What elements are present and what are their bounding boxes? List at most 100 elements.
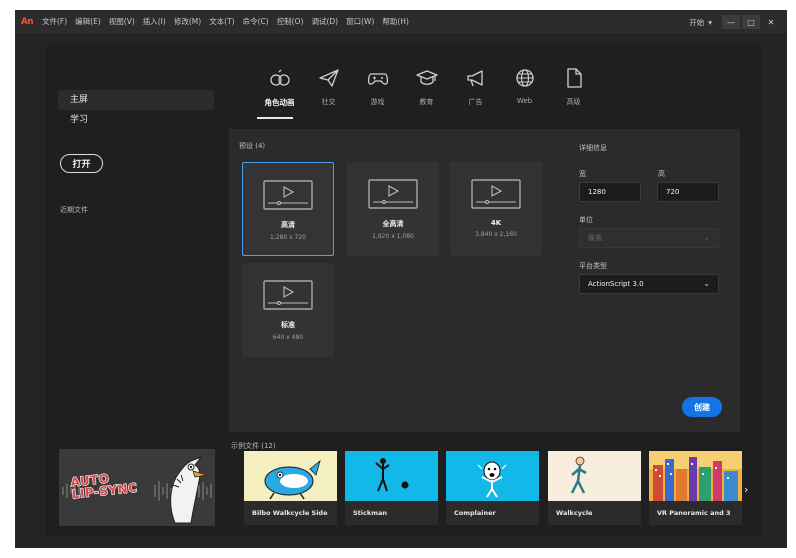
preset-card-full-hd[interactable]: 全高清 1,920 x 1,080 <box>347 162 439 256</box>
menu-help[interactable]: 帮助(H) <box>378 11 413 33</box>
preset-name: 标准 <box>281 321 295 329</box>
menu-commands[interactable]: 命令(C) <box>239 11 273 33</box>
platform-label: 平台类型 <box>579 262 607 270</box>
tab-label: 广告 <box>468 98 483 106</box>
tab-label: 教育 <box>419 98 434 106</box>
tab-social[interactable]: 社交 <box>304 59 353 121</box>
auto-lip-sync-banner[interactable]: AUTO LIP-SYNC <box>59 449 215 526</box>
tab-label: Web <box>516 97 533 105</box>
tab-web[interactable]: Web <box>500 59 549 121</box>
sample-thumbnail <box>446 451 539 501</box>
menu-file[interactable]: 文件(F) <box>38 11 71 33</box>
sample-title: Bilbo Walkcycle Side <box>252 509 328 517</box>
category-bar: 角色动画 社交 游戏 教育 广告 Web 高级 <box>255 59 598 121</box>
width-field[interactable]: 1280 <box>579 182 641 202</box>
menu-edit[interactable]: 编辑(E) <box>71 11 105 33</box>
height-label: 高 <box>658 170 665 178</box>
menu-insert[interactable]: 插入(I) <box>139 11 170 33</box>
presets-label: 预设 (4) <box>239 142 266 150</box>
app-logo: An <box>20 17 34 27</box>
unit-label: 单位 <box>579 216 593 224</box>
unit-select: 像素 ⌄ <box>579 228 719 248</box>
start-screen: 主屏 学习 打开 近期文件 AUTO LIP-SYNC 角色动画 社交 游戏 教… <box>45 45 762 537</box>
chevron-right-icon[interactable]: › <box>744 483 748 496</box>
maximize-button[interactable]: □ <box>742 15 760 29</box>
sample-card-walkcycle[interactable]: Walkcycle <box>548 451 641 525</box>
video-preset-icon <box>263 180 313 210</box>
video-preset-icon <box>263 280 313 310</box>
preset-name: 全高清 <box>382 220 404 228</box>
megaphone-icon <box>464 68 488 88</box>
preset-name: 4K <box>490 219 502 227</box>
presets-panel: 预设 (4) 高清 1,280 x 720 全高清 1,920 x 1,080 … <box>229 129 564 432</box>
chevron-down-icon: ⌄ <box>703 233 710 242</box>
preset-size: 640 x 480 <box>272 334 304 341</box>
sample-title: Stickman <box>353 509 387 517</box>
tab-label: 游戏 <box>370 98 385 106</box>
workspace-label: 开始 <box>689 17 705 27</box>
video-preset-icon <box>368 179 418 209</box>
tab-advanced[interactable]: 高级 <box>549 59 598 121</box>
close-button[interactable]: ✕ <box>762 15 780 29</box>
sample-thumbnail <box>649 451 742 501</box>
tab-label: 高级 <box>566 98 581 106</box>
sample-title: VR Panoramic and 3 <box>657 509 731 517</box>
sample-thumbnail <box>548 451 641 501</box>
sample-card-complainer[interactable]: Complainer <box>446 451 539 525</box>
width-label: 宽 <box>579 170 586 178</box>
open-button[interactable]: 打开 <box>60 154 103 173</box>
chevron-down-icon: ▾ <box>708 17 712 27</box>
platform-value: ActionScript 3.0 <box>588 280 644 288</box>
menu-debug[interactable]: 调试(D) <box>307 11 342 33</box>
details-panel: 详细信息 宽 高 1280 720 单位 像素 ⌄ 平台类型 ActionScr… <box>564 129 740 432</box>
recent-files-label: 近期文件 <box>60 206 88 214</box>
preset-name: 高清 <box>281 221 295 229</box>
sample-title: Walkcycle <box>556 509 593 517</box>
menu-bar: An 文件(F) 编辑(E) 视图(V) 插入(I) 修改(M) 文本(T) 命… <box>16 11 786 33</box>
sample-thumbnail <box>244 451 337 501</box>
sample-card-stickman[interactable]: Stickman <box>345 451 438 525</box>
preset-size: 3,840 x 2,160 <box>475 231 517 238</box>
preset-card-4k[interactable]: 4K 3,840 x 2,160 <box>450 162 542 256</box>
sidebar-item-learn[interactable]: 学习 <box>58 110 214 130</box>
menu-modify[interactable]: 修改(M) <box>170 11 205 33</box>
sample-card-vr-panoramic[interactable]: VR Panoramic and 3 <box>649 451 742 525</box>
sidebar-item-home[interactable]: 主屏 <box>58 90 214 110</box>
preset-card-standard[interactable]: 标准 640 x 480 <box>242 263 334 357</box>
platform-select[interactable]: ActionScript 3.0 ⌄ <box>579 274 719 294</box>
menu-text[interactable]: 文本(T) <box>205 11 238 33</box>
tab-character-animation[interactable]: 角色动画 <box>255 59 304 121</box>
app-window: An 文件(F) 编辑(E) 视图(V) 插入(I) 修改(M) 文本(T) 命… <box>15 10 787 548</box>
tab-label: 社交 <box>321 98 336 106</box>
tab-advertising[interactable]: 广告 <box>451 59 500 121</box>
graduation-cap-icon <box>415 68 439 88</box>
character-animation-icon <box>268 68 292 88</box>
paper-plane-icon <box>317 68 341 88</box>
tab-label: 角色动画 <box>264 98 295 107</box>
menu-control[interactable]: 控制(O) <box>273 11 308 33</box>
tab-education[interactable]: 教育 <box>402 59 451 121</box>
document-icon <box>562 68 586 88</box>
height-field[interactable]: 720 <box>657 182 719 202</box>
sample-files-label: 示例文件 (12) <box>231 442 276 450</box>
tab-games[interactable]: 游戏 <box>353 59 402 121</box>
minimize-button[interactable]: — <box>722 15 740 29</box>
gamepad-icon <box>366 68 390 88</box>
preset-size: 1,920 x 1,080 <box>372 233 414 240</box>
sample-thumbnail <box>345 451 438 501</box>
chevron-down-icon: ⌄ <box>703 279 710 288</box>
preset-card-hd[interactable]: 高清 1,280 x 720 <box>242 162 334 256</box>
sample-card-bilbo[interactable]: Bilbo Walkcycle Side <box>244 451 337 525</box>
workspace-switcher[interactable]: 开始 ▾ <box>681 17 720 28</box>
sample-title: Complainer <box>454 509 496 517</box>
details-title: 详细信息 <box>579 144 607 152</box>
menu-view[interactable]: 视图(V) <box>105 11 139 33</box>
unit-value: 像素 <box>588 234 602 242</box>
bird-character-illustration <box>170 455 208 524</box>
sidebar: 主屏 学习 打开 近期文件 AUTO LIP-SYNC <box>45 45 225 537</box>
video-preset-icon <box>471 179 521 209</box>
create-button[interactable]: 创建 <box>682 397 722 417</box>
preset-size: 1,280 x 720 <box>270 234 306 241</box>
globe-icon <box>513 68 537 88</box>
menu-window[interactable]: 窗口(W) <box>342 11 378 33</box>
